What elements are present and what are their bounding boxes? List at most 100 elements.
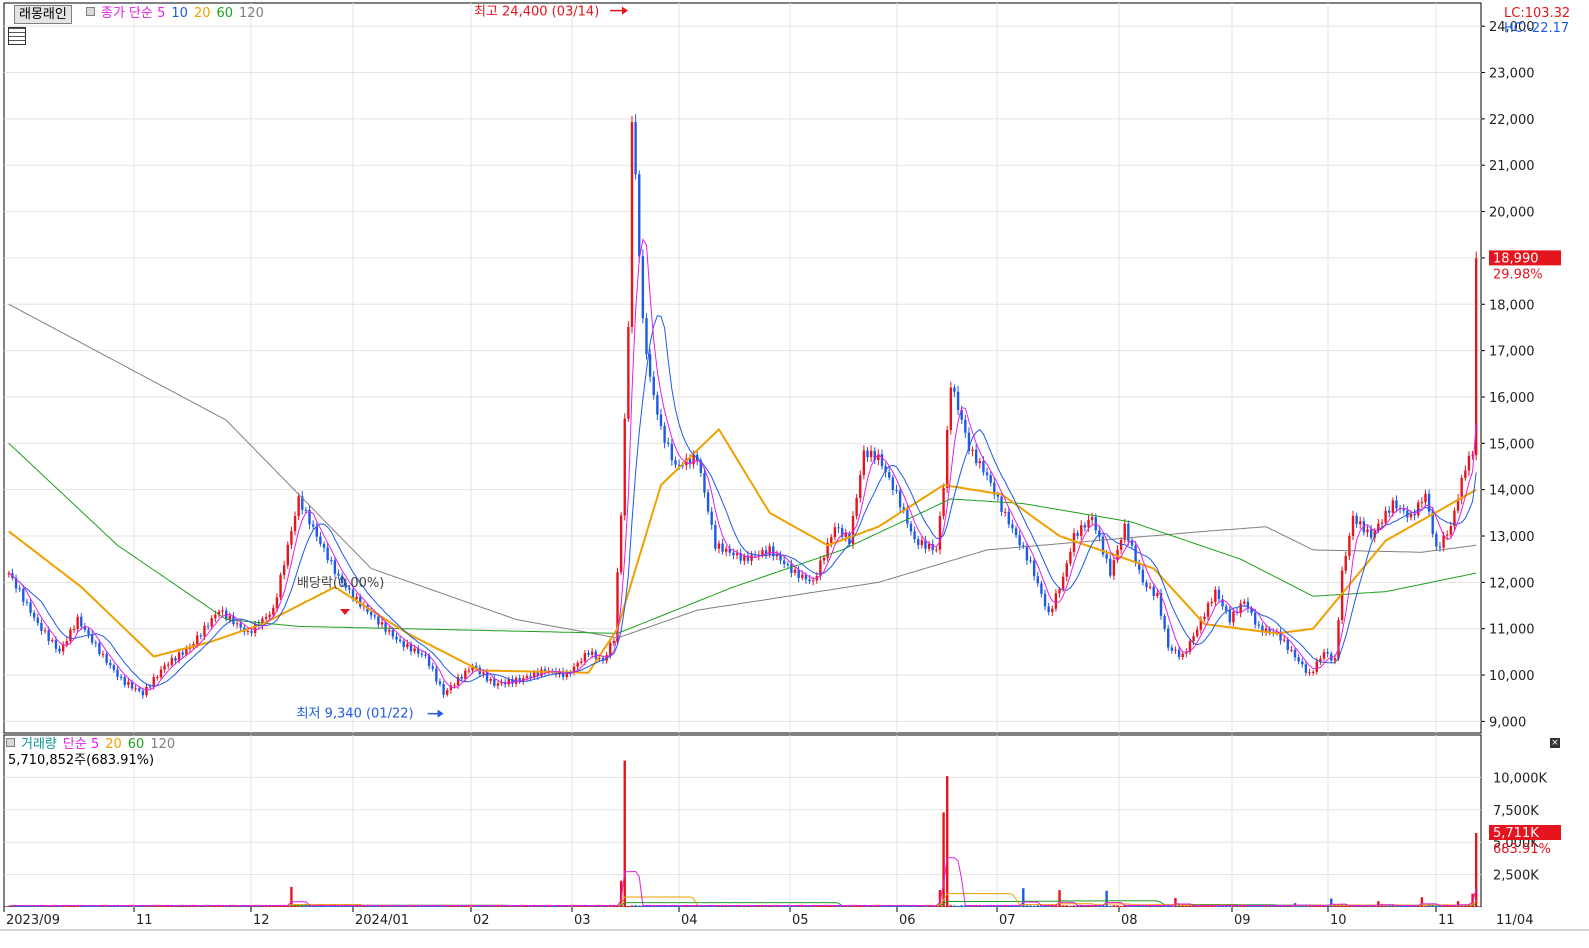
candle-body xyxy=(724,548,728,552)
candle-body xyxy=(1061,576,1065,590)
candle-body xyxy=(1156,593,1159,596)
candle-body xyxy=(1011,524,1014,529)
candle-body xyxy=(156,676,159,678)
candle-body xyxy=(98,643,101,655)
candle-body xyxy=(109,662,112,666)
close-icon[interactable]: × xyxy=(1550,738,1560,748)
legend-square-icon xyxy=(86,7,95,16)
candle-body xyxy=(1040,583,1043,594)
candle-body xyxy=(272,607,275,615)
candle-body xyxy=(1344,555,1347,571)
volume-bar xyxy=(1474,832,1478,907)
x-tick-label: 2023/09 xyxy=(6,913,60,928)
candle-body xyxy=(1232,611,1235,623)
x-tick-label: 05 xyxy=(792,913,809,928)
candle-body xyxy=(369,611,373,616)
candle-body xyxy=(833,527,837,538)
volume-tick-label: 2,500K xyxy=(1493,869,1539,884)
price-tick-label: 21,000 xyxy=(1489,159,1535,174)
candle-body xyxy=(1420,502,1424,504)
candle-body xyxy=(286,544,289,566)
volume-bar xyxy=(1221,905,1224,907)
volume-bar xyxy=(942,812,945,907)
volume-bar xyxy=(1065,905,1068,907)
candle-body xyxy=(1359,521,1362,525)
candle-body xyxy=(315,526,318,537)
volume-bar xyxy=(1174,897,1177,907)
candle-body xyxy=(1217,589,1221,600)
candle-body xyxy=(141,690,145,696)
candle-body xyxy=(264,616,268,619)
volume-bar xyxy=(1322,905,1326,907)
candle-body xyxy=(413,648,416,652)
candle-body xyxy=(322,543,326,548)
candle-body xyxy=(268,614,271,617)
candle-body xyxy=(1167,628,1170,648)
x-tick-label: 11 xyxy=(1438,913,1455,928)
candle-body xyxy=(1203,616,1206,620)
candle-body xyxy=(431,666,434,669)
candle-body xyxy=(927,543,931,549)
candle-body xyxy=(1322,652,1326,659)
candle-body xyxy=(210,618,213,627)
candle-body xyxy=(181,652,184,655)
legend-square-icon xyxy=(6,738,15,747)
candle-body xyxy=(1424,493,1427,503)
candle-body xyxy=(1435,533,1438,547)
candle-body xyxy=(1051,608,1054,613)
candle-body xyxy=(1388,510,1391,513)
candle-body xyxy=(1003,511,1007,513)
volume-bar xyxy=(525,905,529,907)
volume-bar xyxy=(1464,905,1467,907)
candle-body xyxy=(282,565,286,576)
candle-body xyxy=(623,418,626,516)
candle-body xyxy=(1065,563,1068,577)
candle-body xyxy=(1090,517,1094,520)
candle-body xyxy=(1369,529,1373,538)
candle-body xyxy=(732,552,735,556)
candle-body xyxy=(971,449,974,451)
price-tick-label: 12,000 xyxy=(1489,576,1535,591)
candle-body xyxy=(206,625,210,627)
candle-body xyxy=(1446,534,1449,536)
candle-body xyxy=(1000,496,1003,512)
candle-body xyxy=(1467,455,1471,471)
candle-body xyxy=(652,376,655,396)
volume-bar xyxy=(1116,905,1119,907)
candle-body xyxy=(275,597,279,608)
volume-bar xyxy=(623,760,626,907)
candle-body xyxy=(985,472,989,476)
candle-body xyxy=(1214,589,1217,602)
grid-table-icon[interactable] xyxy=(8,27,26,45)
volume-bar xyxy=(1061,905,1065,907)
volume-bar xyxy=(1297,905,1300,907)
volume-bar xyxy=(638,905,641,907)
candle-body xyxy=(1384,510,1387,523)
candle-body xyxy=(1054,593,1058,609)
candle-body xyxy=(645,318,648,355)
stock-chart[interactable]: 9,000 10,000 11,000 12,000 13,000 14,000 15,00… xyxy=(0,0,1589,948)
volume-bar xyxy=(1337,905,1340,907)
candle-body xyxy=(438,681,442,685)
candle-body xyxy=(974,449,978,464)
volume-bar xyxy=(1373,905,1376,907)
volume-bar xyxy=(1119,905,1123,907)
price-tick-label: 9,000 xyxy=(1489,715,1526,730)
candle-body xyxy=(1380,522,1384,524)
volume-tick-label: 7,500K xyxy=(1493,804,1539,819)
stock-title-button[interactable]: 래몽래인 xyxy=(14,5,72,24)
volume-bar xyxy=(1330,898,1333,907)
candle-body xyxy=(47,630,50,641)
dividend-annotation: 배당락(0.00%) xyxy=(297,576,384,591)
volume-bar xyxy=(1384,905,1387,907)
volume-readout: 5,710,852주(683.91%) xyxy=(8,753,155,768)
volume-bar xyxy=(1145,905,1148,907)
volume-bar xyxy=(301,905,304,907)
candle-body xyxy=(1177,649,1181,657)
price-tick-label: 13,000 xyxy=(1489,530,1535,545)
candle-body xyxy=(1293,649,1297,658)
candle-body xyxy=(94,642,97,644)
volume-bar xyxy=(1072,905,1076,907)
candle-body xyxy=(1257,624,1260,626)
candle-body xyxy=(228,615,232,620)
